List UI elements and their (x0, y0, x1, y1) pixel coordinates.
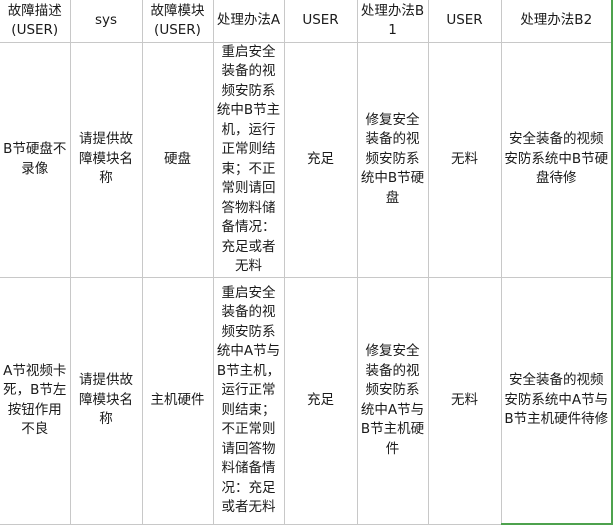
cell-user-2[interactable]: 无料 (427, 276, 502, 525)
header-cell-user-2[interactable]: USER (427, 0, 502, 43)
header-cell-sys[interactable]: sys (69, 0, 143, 43)
header-cell-method-b2[interactable]: 处理办法B2 (500, 0, 613, 43)
cell-method-a[interactable]: 重启安全装备的视频安防系统中A节与B节主机，运行正常则结束；不正常则请回答物料储… (212, 276, 285, 525)
cell-method-b2[interactable]: 安全装备的视频安防系统中A节与B节主机硬件待修 (500, 276, 613, 525)
header-cell-fault-desc[interactable]: 故障描述(USER) (0, 0, 71, 43)
header-cell-fault-module[interactable]: 故障模块(USER) (141, 0, 214, 43)
header-cell-method-b1[interactable]: 处理办法B1 (356, 0, 429, 43)
cell-user-2[interactable]: 无料 (427, 41, 502, 278)
cell-method-b2[interactable]: 安全装备的视频安防系统中B节硬盘待修 (500, 41, 613, 278)
cell-sys[interactable]: 请提供故障模块名称 (69, 276, 143, 525)
cell-user-1[interactable]: 充足 (283, 276, 358, 525)
cell-user-1[interactable]: 充足 (283, 41, 358, 278)
table-row: B节硬盘不录像 请提供故障模块名称 硬盘 重启安全装备的视频安防系统中B节主机，… (0, 41, 613, 278)
header-row: 故障描述(USER) sys 故障模块(USER) 处理办法A USER 处理办… (0, 0, 613, 43)
header-cell-method-a[interactable]: 处理办法A (212, 0, 285, 43)
cell-fault-desc[interactable]: B节硬盘不录像 (0, 41, 71, 278)
cell-method-a[interactable]: 重启安全装备的视频安防系统中B节主机，运行正常则结束；不正常则请回答物料储备情况… (212, 41, 285, 278)
cell-method-b1[interactable]: 修复安全装备的视频安防系统中A节与B节主机硬件 (356, 276, 429, 525)
cell-method-b1[interactable]: 修复安全装备的视频安防系统中B节硬盘 (356, 41, 429, 278)
cell-fault-module[interactable]: 硬盘 (141, 41, 214, 278)
header-cell-user-1[interactable]: USER (283, 0, 358, 43)
fault-table: 故障描述(USER) sys 故障模块(USER) 处理办法A USER 处理办… (0, 0, 613, 525)
cell-sys[interactable]: 请提供故障模块名称 (69, 41, 143, 278)
cell-fault-module[interactable]: 主机硬件 (141, 276, 214, 525)
cell-fault-desc[interactable]: A节视频卡死，B节左按钮作用不良 (0, 276, 71, 525)
table-row: A节视频卡死，B节左按钮作用不良 请提供故障模块名称 主机硬件 重启安全装备的视… (0, 276, 613, 525)
